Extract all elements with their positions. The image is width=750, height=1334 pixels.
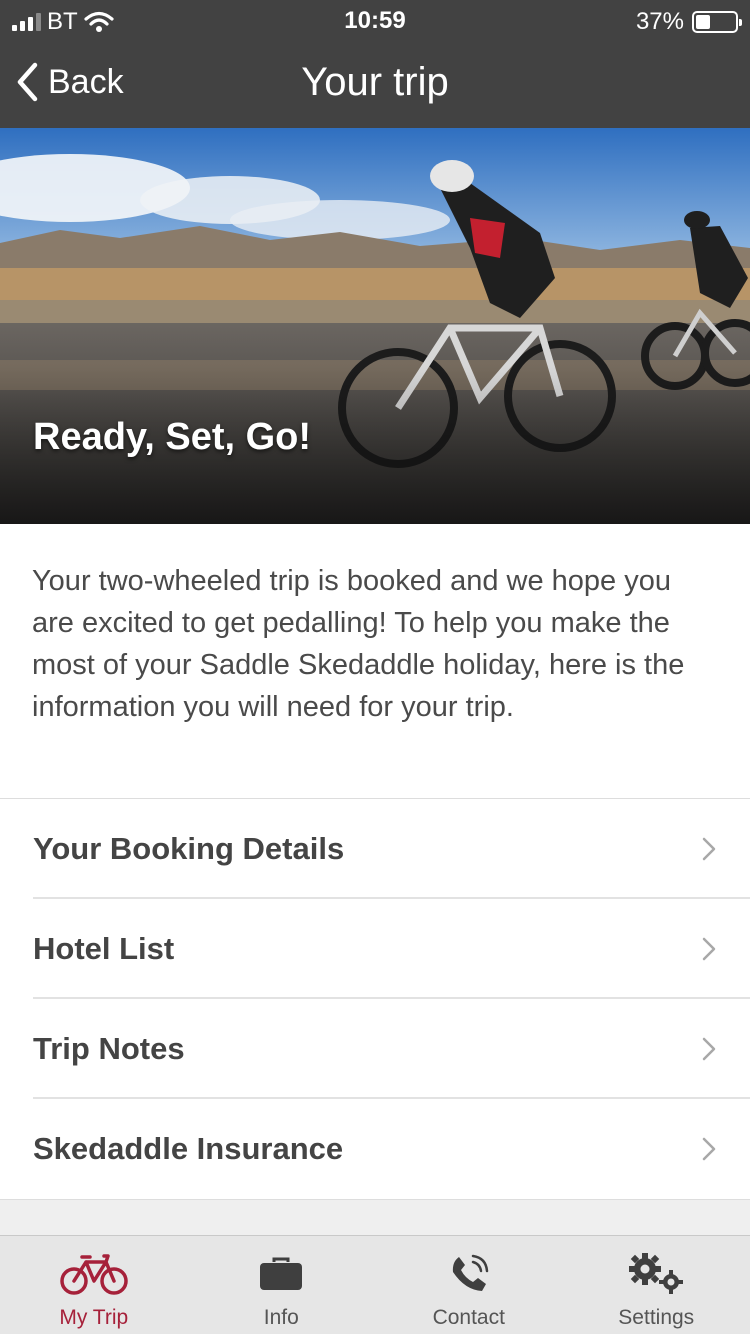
chevron-right-icon [702, 837, 716, 861]
chevron-right-icon [702, 937, 716, 961]
tab-info[interactable]: Info [188, 1236, 376, 1334]
tab-label: Info [263, 1306, 299, 1329]
tab-bar: My Trip Info Contact Settings [0, 1235, 750, 1334]
app-header: BT 10:59 37% Back Your trip [0, 0, 750, 128]
tab-label: Contact [432, 1306, 505, 1329]
intro-text: Your two-wheeled trip is booked and we h… [0, 524, 750, 799]
gears-icon [629, 1253, 684, 1294]
status-bar: BT 10:59 37% [0, 0, 750, 40]
tab-my-trip[interactable]: My Trip [0, 1236, 188, 1334]
tab-contact[interactable]: Contact [375, 1236, 563, 1334]
menu-item-booking-details[interactable]: Your Booking Details [0, 799, 750, 899]
menu-item-label: Hotel List [33, 931, 175, 966]
hero-caption: Ready, Set, Go! [33, 416, 312, 458]
battery-percent: 37% [635, 8, 684, 35]
briefcase-icon [260, 1257, 303, 1290]
menu-item-trip-notes[interactable]: Trip Notes [0, 999, 750, 1099]
bicycle-icon [60, 1254, 128, 1295]
battery-indicator: 37% [635, 8, 742, 36]
tab-settings[interactable]: Settings [563, 1236, 750, 1334]
chevron-right-icon [702, 1037, 716, 1061]
menu-item-hotel-list[interactable]: Hotel List [0, 899, 750, 999]
menu-item-label: Your Booking Details [33, 831, 345, 866]
trip-menu: Your Booking Details Hotel List Trip Not… [0, 799, 750, 1200]
menu-item-insurance[interactable]: Skedaddle Insurance [0, 1099, 750, 1199]
menu-item-label: Trip Notes [33, 1031, 185, 1066]
phone-icon [452, 1254, 488, 1291]
chevron-right-icon [702, 1137, 716, 1161]
hero-banner: Ready, Set, Go! [0, 128, 750, 524]
menu-item-label: Skedaddle Insurance [33, 1131, 344, 1166]
page-title: Your trip [301, 60, 449, 104]
battery-icon [692, 11, 742, 33]
cyclists-photo [0, 128, 750, 524]
tab-label: My Trip [59, 1306, 129, 1329]
navigation-bar: Back Your trip [0, 40, 750, 128]
tab-label: Settings [618, 1306, 695, 1329]
